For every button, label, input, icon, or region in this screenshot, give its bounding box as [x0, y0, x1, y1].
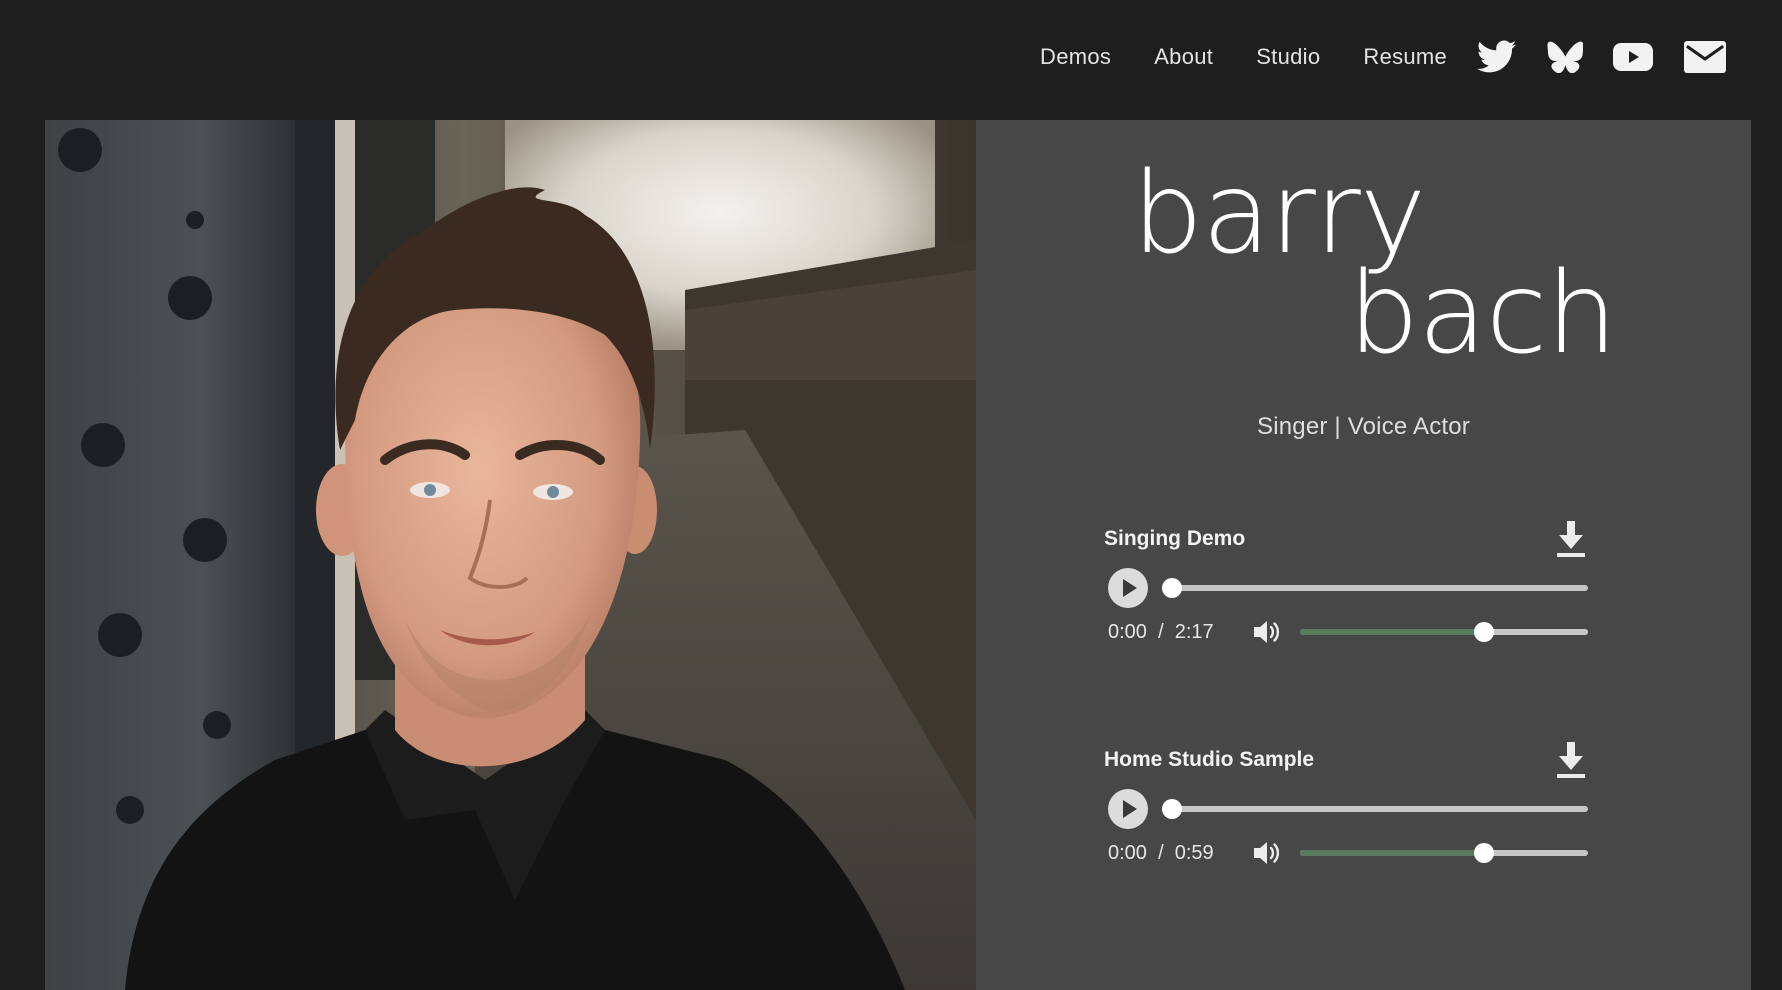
volume-thumb[interactable]: [1474, 622, 1495, 642]
site-header: Demos About Studio Resume: [0, 0, 1782, 120]
main-nav: Demos About Studio Resume: [1040, 40, 1447, 74]
tagline: Singer | Voice Actor: [1256, 413, 1470, 440]
social-links: [1476, 35, 1727, 79]
duration: 2:17: [1174, 621, 1214, 643]
demo-title: Singing Demo: [1104, 527, 1246, 550]
volume-fill: [1300, 629, 1485, 635]
demo-title: Home Studio Sample: [1104, 748, 1315, 771]
seek-track: [1166, 585, 1588, 591]
seek-track: [1166, 806, 1588, 812]
volume-icon[interactable]: [1252, 618, 1282, 646]
bluesky-icon[interactable]: [1545, 35, 1585, 79]
nav-link-about[interactable]: About: [1154, 40, 1213, 74]
volume-icon[interactable]: [1252, 839, 1282, 867]
nav-link-studio[interactable]: Studio: [1256, 40, 1320, 74]
download-icon[interactable]: [1556, 521, 1586, 559]
nav-link-resume[interactable]: Resume: [1363, 40, 1447, 74]
audio-player-singing-demo: Singing Demo 0:00 / 2:17: [1104, 518, 1624, 658]
time-display: 0:00 / 0:59: [1108, 839, 1214, 867]
volume-fill: [1300, 850, 1485, 856]
seek-thumb[interactable]: [1162, 578, 1182, 598]
volume-slider[interactable]: [1300, 840, 1588, 866]
play-button[interactable]: [1108, 789, 1148, 829]
play-icon: [1123, 800, 1137, 818]
current-time: 0:00: [1108, 842, 1147, 864]
time-display: 0:00 / 2:17: [1108, 618, 1214, 646]
seek-slider[interactable]: [1162, 794, 1588, 824]
play-button[interactable]: [1108, 568, 1148, 608]
twitter-icon[interactable]: [1476, 35, 1518, 79]
time-separator: /: [1158, 621, 1164, 643]
volume-track: [1300, 629, 1588, 635]
seek-slider[interactable]: [1162, 573, 1588, 603]
portrait-photo: [45, 120, 976, 990]
site-title-last-name: bach: [1348, 249, 1617, 379]
audio-player-home-studio-sample: Home Studio Sample 0:00 / 0:59: [1104, 739, 1624, 879]
seek-thumb[interactable]: [1162, 799, 1182, 819]
volume-track: [1300, 850, 1588, 856]
youtube-icon[interactable]: [1612, 35, 1654, 79]
download-icon[interactable]: [1556, 742, 1586, 780]
current-time: 0:00: [1108, 621, 1147, 643]
time-separator: /: [1158, 842, 1164, 864]
play-icon: [1123, 579, 1137, 597]
volume-thumb[interactable]: [1474, 843, 1495, 863]
mail-icon[interactable]: [1683, 35, 1727, 79]
duration: 0:59: [1174, 842, 1214, 864]
intro-panel: barry bach Singer | Voice Actor Singing …: [976, 120, 1751, 990]
nav-link-demos[interactable]: Demos: [1040, 40, 1111, 74]
volume-slider[interactable]: [1300, 619, 1588, 645]
